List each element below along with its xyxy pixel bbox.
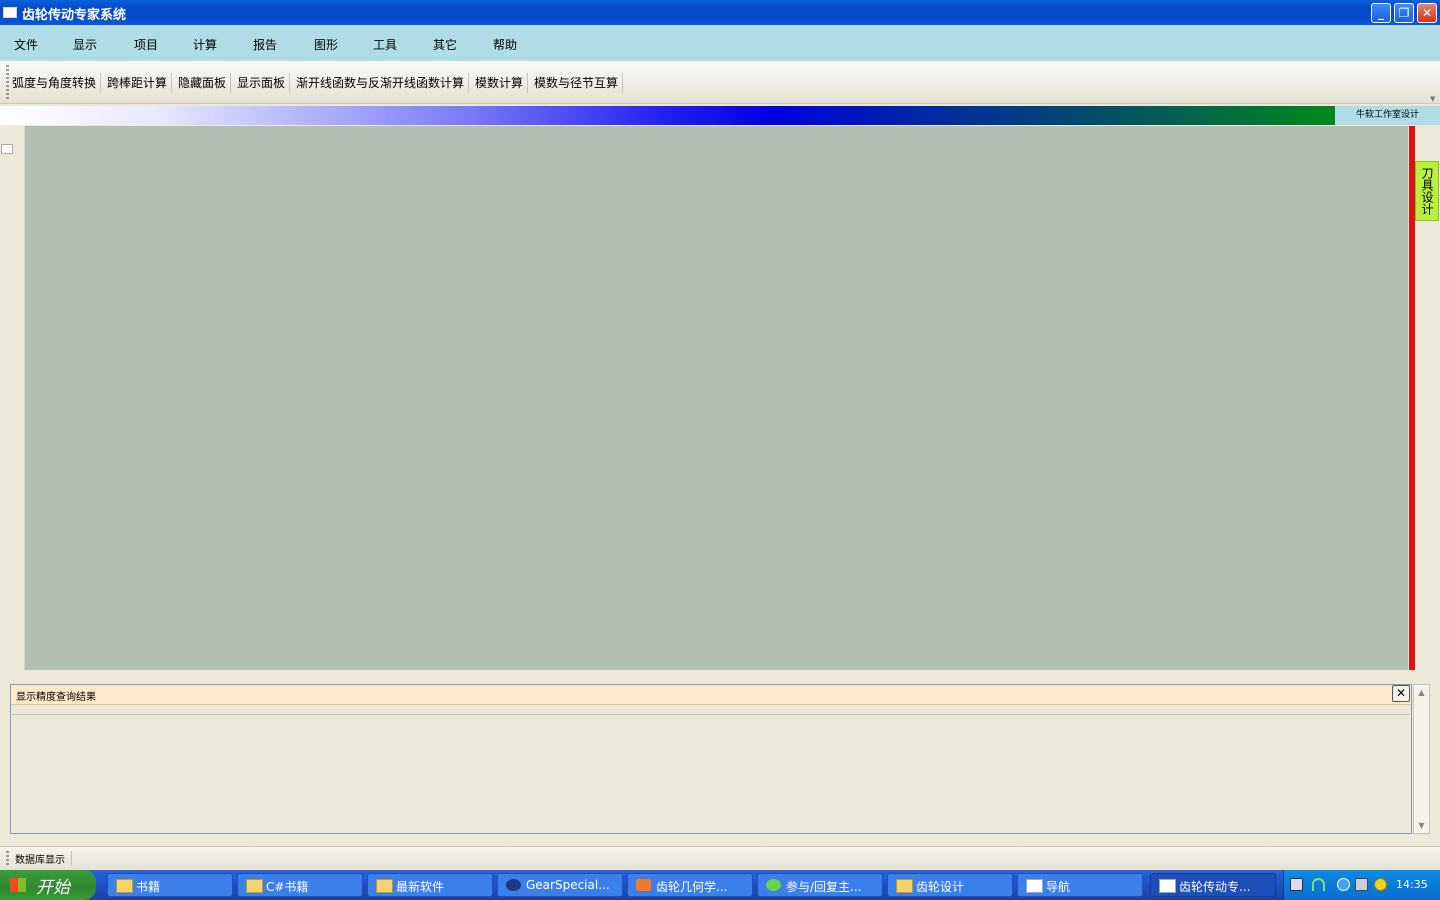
results-box xyxy=(10,684,1412,834)
main-workspace[interactable] xyxy=(25,126,1408,670)
task-reply-topic[interactable]: 参与/回复主... xyxy=(757,873,883,897)
chevron-left-icon[interactable] xyxy=(1337,878,1350,891)
gradient-banner xyxy=(0,106,1335,125)
scroll-down-icon[interactable]: ▼ xyxy=(1414,818,1429,833)
add-icon[interactable] xyxy=(1374,878,1387,891)
show-panel-button[interactable]: 显示面板 xyxy=(233,73,291,93)
results-scrollbar[interactable] xyxy=(1413,684,1430,834)
task-gear-geometry[interactable]: 齿轮几何学... xyxy=(627,873,753,897)
close-button[interactable]: ✕ xyxy=(1417,3,1437,23)
wifi-icon[interactable] xyxy=(1312,878,1325,891)
results-header xyxy=(11,685,1411,705)
menu-help[interactable]: 帮助 xyxy=(493,36,517,53)
radian-degree-convert-button[interactable]: 弧度与角度转换 xyxy=(8,73,102,93)
span-measure-button[interactable]: 跨棒距计算 xyxy=(103,73,173,93)
menu-file[interactable]: 文件 xyxy=(14,36,38,53)
database-display-label[interactable]: 数据库显示 xyxy=(15,851,72,866)
task-gearspecial[interactable]: GearSpecial... xyxy=(497,873,623,897)
title-bar[interactable]: 齿轮传动专家系统 _ ❐ ✕ xyxy=(0,0,1440,25)
gear-icon xyxy=(506,879,521,891)
folder-icon xyxy=(376,879,393,893)
restore-button[interactable]: ❐ xyxy=(1394,3,1414,23)
left-pane-tab[interactable] xyxy=(1,144,13,154)
involute-function-button[interactable]: 渐开线函数与反渐开线函数计算 xyxy=(292,73,470,93)
clock[interactable]: 14:35 xyxy=(1396,878,1428,891)
hide-panel-button[interactable]: 隐藏面板 xyxy=(174,73,232,93)
statusbar-grip[interactable] xyxy=(6,851,9,865)
task-csharp-books[interactable]: C#书籍 xyxy=(237,873,363,897)
window-icon xyxy=(1026,879,1043,893)
task-gear-design[interactable]: 齿轮设计 xyxy=(887,873,1013,897)
status-bar xyxy=(0,846,1440,870)
network-icon[interactable] xyxy=(1355,878,1368,891)
menu-graphics[interactable]: 图形 xyxy=(314,36,338,53)
menu-tools[interactable]: 工具 xyxy=(373,36,397,53)
keyboard-icon[interactable] xyxy=(1290,878,1303,891)
minimize-button[interactable]: _ xyxy=(1371,3,1391,23)
menu-project[interactable]: 项目 xyxy=(134,36,158,53)
task-books[interactable]: 书籍 xyxy=(107,873,233,897)
module-calc-button[interactable]: 模数计算 xyxy=(471,73,529,93)
module-pitch-convert-button[interactable]: 模数与径节互算 xyxy=(530,73,624,93)
start-label: 开始 xyxy=(36,878,70,898)
window-icon xyxy=(1159,879,1176,893)
results-title: 显示精度查询结果 xyxy=(16,692,96,703)
app-icon xyxy=(636,879,651,891)
scroll-up-icon[interactable]: ▲ xyxy=(1414,685,1429,700)
task-latest-software[interactable]: 最新软件 xyxy=(367,873,493,897)
menu-bar: 文件 显示 项目 计算 报告 图形 工具 其它 帮助 xyxy=(0,25,1440,61)
results-divider xyxy=(12,714,1410,715)
folder-icon xyxy=(246,879,263,893)
menu-report[interactable]: 报告 xyxy=(253,36,277,53)
toolbar: 弧度与角度转换 跨棒距计算 隐藏面板 显示面板 渐开线函数与反渐开线函数计算 模… xyxy=(0,61,1440,104)
browser-icon xyxy=(766,879,781,891)
start-button[interactable]: 开始 xyxy=(0,870,96,900)
task-gear-expert-system[interactable]: 齿轮传动专... xyxy=(1150,873,1276,897)
app-icon xyxy=(3,7,17,18)
menu-view[interactable]: 显示 xyxy=(73,36,97,53)
menu-calculate[interactable]: 计算 xyxy=(193,36,217,53)
window-title: 齿轮传动专家系统 xyxy=(22,8,127,23)
left-dock-pane xyxy=(0,126,25,670)
results-close-button[interactable]: ✕ xyxy=(1392,685,1410,702)
windows-logo-icon xyxy=(10,878,26,892)
studio-credit-label: 牛软工作室设计 xyxy=(1335,106,1440,125)
folder-icon xyxy=(896,879,913,893)
menu-other[interactable]: 其它 xyxy=(433,36,457,53)
task-navigation[interactable]: 导航 xyxy=(1017,873,1143,897)
tool-design-tab[interactable]: 刀具设计 xyxy=(1415,161,1439,221)
toolbar-overflow-icon[interactable]: ▼ xyxy=(1430,95,1435,103)
folder-icon xyxy=(116,879,133,893)
